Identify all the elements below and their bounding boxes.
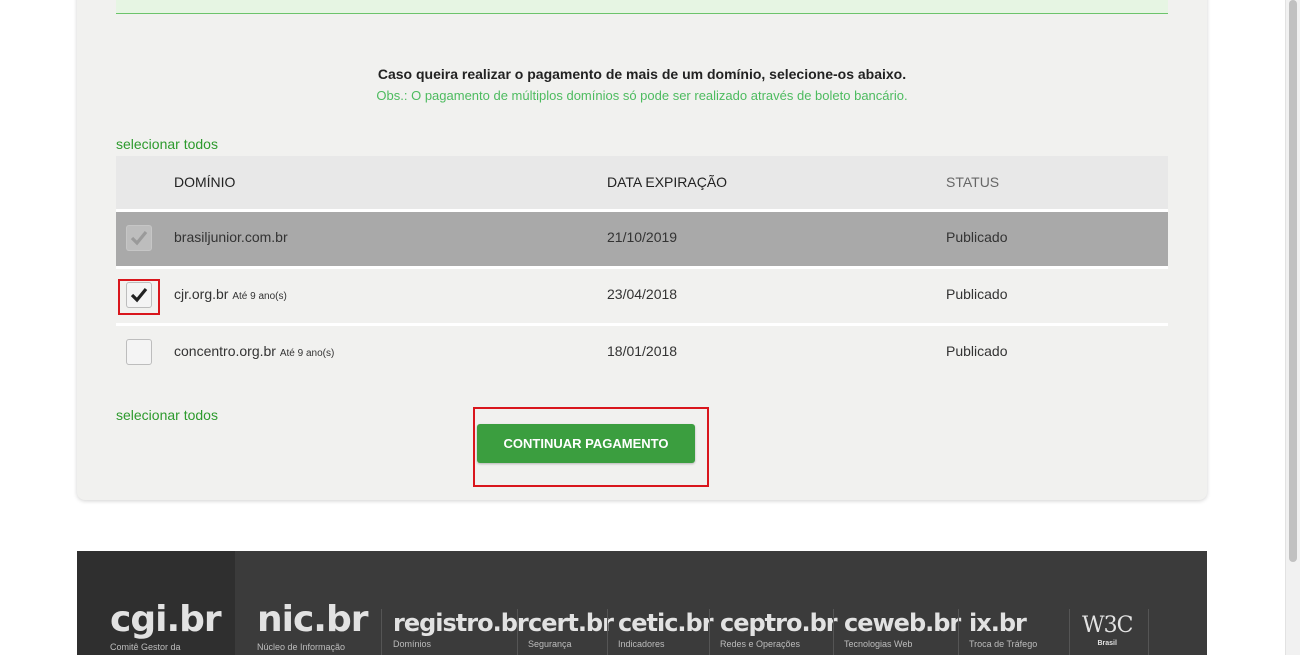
expiration-date: 18/01/2018 <box>607 342 678 359</box>
nic-br-logo[interactable]: nic.br Núcleo de Informação <box>257 599 369 652</box>
continue-payment-button[interactable]: CONTINUAR PAGAMENTO <box>477 424 695 463</box>
row-checkbox-unchecked[interactable] <box>126 338 152 365</box>
registro-br-logo[interactable]: registro.br Domínios <box>393 609 529 649</box>
domain-status: Publicado <box>946 342 1008 359</box>
header-domain: DOMÍNIO <box>174 174 236 191</box>
cgi-br-logo[interactable]: cgi.br Comitê Gestor da <box>110 599 222 652</box>
ix-br-logo[interactable]: ix.br Troca de Tráfego <box>969 609 1037 649</box>
row-checkbox-checked[interactable] <box>126 281 152 308</box>
header-expiration: DATA EXPIRAÇÃO <box>607 174 728 191</box>
header-status: STATUS <box>946 174 1000 191</box>
domain-status: Publicado <box>946 285 1008 302</box>
expiration-date: 21/10/2019 <box>607 228 678 245</box>
success-strip <box>116 0 1168 14</box>
checkmark-icon <box>130 230 148 245</box>
row-checkbox-disabled <box>126 224 152 251</box>
ceptro-br-logo[interactable]: ceptro.br Redes e Operações <box>720 609 838 649</box>
table-header-row: DOMÍNIO DATA EXPIRAÇÃO STATUS <box>116 156 1168 210</box>
page-scrollbar[interactable] <box>1285 0 1300 655</box>
table-row: cjr.org.br Até 9 ano(s) 23/04/2018 Publi… <box>116 267 1168 324</box>
renewal-hint: Até 9 ano(s) <box>232 290 287 302</box>
multi-payment-headline: Caso queira realizar o pagamento de mais… <box>377 66 907 82</box>
scrollbar-thumb[interactable] <box>1289 0 1297 562</box>
domain-name: cjr.org.br <box>174 285 229 302</box>
boleto-note: Obs.: O pagamento de múltiplos domínios … <box>376 88 908 103</box>
cert-br-logo[interactable]: cert.br Segurança <box>528 609 614 649</box>
checkmark-icon <box>130 287 148 302</box>
footer: cgi.br Comitê Gestor da nic.br Núcleo de… <box>77 551 1207 655</box>
domains-table: DOMÍNIO DATA EXPIRAÇÃO STATUS brasiljuni… <box>116 156 1168 381</box>
domain-name: brasiljunior.com.br <box>174 228 288 245</box>
select-all-link-bottom[interactable]: selecionar todos <box>116 407 218 423</box>
domain-status: Publicado <box>946 228 1008 245</box>
ceweb-br-logo[interactable]: ceweb.br Tecnologias Web <box>844 609 961 649</box>
select-all-link-top[interactable]: selecionar todos <box>116 136 218 152</box>
domain-name: concentro.org.br <box>174 342 276 359</box>
cetic-br-logo[interactable]: cetic.br Indicadores <box>618 609 714 649</box>
expiration-date: 23/04/2018 <box>607 285 678 302</box>
w3c-brasil-logo[interactable]: W3C Brasil <box>1082 613 1133 647</box>
renewal-hint: Até 9 ano(s) <box>279 347 335 359</box>
header-checkbox-col <box>116 156 174 210</box>
table-row: concentro.org.br Até 9 ano(s) 18/01/2018… <box>116 324 1168 381</box>
table-row: brasiljunior.com.br 21/10/2019 Publicado <box>116 210 1168 267</box>
